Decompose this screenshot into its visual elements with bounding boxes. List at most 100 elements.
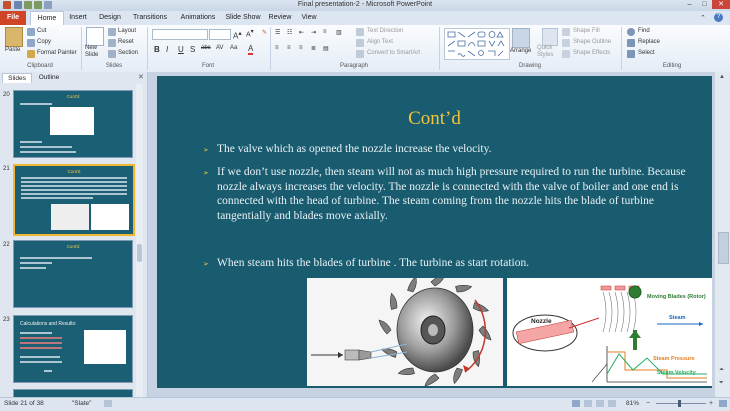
nozzle-label: Nozzle	[531, 318, 552, 325]
editing-group-label: Editing	[662, 63, 682, 69]
tab-view[interactable]: View	[298, 11, 320, 25]
slides-pane-scrollbar[interactable]	[136, 84, 143, 397]
shape-effects-button[interactable]: Shape Effects	[573, 50, 610, 56]
reading-view-icon[interactable]	[596, 400, 604, 407]
tab-file[interactable]: File	[0, 11, 26, 25]
reset-button[interactable]: Reset	[118, 39, 134, 45]
window-title: Final presentation-2 - Microsoft PowerPo…	[297, 1, 433, 8]
help-icon[interactable]: ?	[714, 13, 723, 22]
numbering-icon[interactable]: ☷	[287, 29, 292, 36]
replace-icon	[627, 39, 635, 47]
strikethrough-button[interactable]: abc	[201, 45, 211, 51]
tab-home[interactable]: Home	[30, 11, 64, 26]
clear-format-icon[interactable]: ✎	[262, 29, 267, 36]
spell-check-icon[interactable]	[104, 400, 112, 407]
tab-insert[interactable]: Insert	[65, 11, 91, 25]
previous-slide-icon[interactable]: ⏶	[719, 367, 724, 374]
shadow-button[interactable]: S	[190, 45, 195, 54]
scrollbar-thumb[interactable]	[718, 232, 729, 264]
scrollbar-thumb[interactable]	[137, 244, 142, 262]
tab-slide-show[interactable]: Slide Show	[224, 11, 262, 25]
close-button[interactable]: ✕	[712, 0, 730, 9]
paste-icon[interactable]	[5, 27, 23, 47]
decrease-indent-icon[interactable]: ⇤	[299, 29, 304, 36]
scroll-up-icon[interactable]: ▲	[719, 74, 725, 80]
font-size-select[interactable]	[209, 29, 231, 40]
character-spacing-icon[interactable]: AV	[216, 45, 224, 51]
tab-animations[interactable]: Animations	[176, 11, 220, 25]
text-direction-button[interactable]: Text Direction	[367, 28, 403, 34]
maximize-button[interactable]: □	[697, 0, 712, 9]
outline-tab[interactable]: Outline	[33, 73, 65, 82]
slides-tab[interactable]: Slides	[2, 73, 32, 83]
replace-button[interactable]: Replace	[638, 39, 660, 45]
zoom-slider[interactable]	[656, 403, 706, 404]
section-icon	[108, 50, 116, 58]
shrink-font-icon[interactable]: A▾	[246, 29, 254, 38]
format-painter-button[interactable]: Format Painter	[37, 50, 77, 56]
line-spacing-icon[interactable]: ≡	[323, 29, 327, 35]
moving-blades-diagram[interactable]: Nozzle Moving Blades (Rotor) Steam Steam…	[507, 278, 712, 386]
copy-button[interactable]: Copy	[37, 39, 51, 45]
tab-review[interactable]: Review	[266, 11, 294, 25]
bullet-arrow-icon: ➢	[203, 170, 209, 177]
justify-icon[interactable]: ≣	[311, 45, 316, 52]
current-slide[interactable]: Cont’d ➢ The valve which as opened the n…	[157, 76, 712, 388]
shapes-gallery[interactable]	[444, 28, 510, 60]
align-right-icon[interactable]: ≡	[299, 45, 303, 51]
quick-styles-button[interactable]: Quick Styles	[537, 45, 561, 59]
slide-scrollbar[interactable]: ▲ ⏶ ⏷	[715, 72, 730, 397]
find-button[interactable]: Find	[638, 28, 650, 34]
shape-fill-button[interactable]: Shape Fill	[573, 28, 600, 34]
font-color-icon[interactable]: A	[248, 44, 254, 55]
zoom-slider-thumb[interactable]	[678, 400, 681, 407]
align-text-button[interactable]: Align Text	[367, 39, 393, 45]
bullet-text-3[interactable]: When steam hits the blades of turbine . …	[217, 256, 697, 271]
slide-thumbnail-21[interactable]: Cont'd	[13, 164, 135, 236]
zoom-out-icon[interactable]: −	[646, 400, 650, 407]
tab-design[interactable]: Design	[96, 11, 124, 25]
fit-to-window-icon[interactable]	[719, 400, 727, 407]
italic-button[interactable]: I	[166, 45, 168, 54]
paste-button[interactable]: Paste	[5, 47, 20, 53]
font-name-select[interactable]	[152, 29, 208, 40]
slide-title[interactable]: Cont’d	[157, 108, 712, 130]
zoom-in-icon[interactable]: +	[709, 400, 713, 407]
arrange-button[interactable]: Arrange	[510, 48, 531, 54]
layout-button[interactable]: Layout	[118, 28, 136, 34]
columns-icon[interactable]: ▥	[336, 29, 342, 36]
underline-button[interactable]: U	[178, 45, 184, 54]
slide-thumbnail-20[interactable]: Cont'd	[13, 90, 133, 158]
slide-thumbnail-22[interactable]: Cont'd	[13, 240, 133, 308]
impulse-turbine-image[interactable]	[307, 273, 503, 387]
new-slide-button[interactable]: New Slide	[85, 45, 107, 59]
slide-thumbnail-23[interactable]: Calculations and Results:	[13, 315, 133, 383]
grow-font-icon[interactable]: A▴	[233, 29, 242, 41]
next-slide-icon[interactable]: ⏷	[719, 380, 724, 387]
normal-view-icon[interactable]	[572, 400, 580, 407]
bullets-icon[interactable]: ☰	[275, 29, 280, 36]
increase-indent-icon[interactable]: ⇥	[311, 29, 316, 36]
zoom-level[interactable]: 81%	[626, 400, 639, 407]
cut-button[interactable]: Cut	[37, 28, 46, 34]
bullet-text-2[interactable]: If we don’t use nozzle, then steam will …	[217, 165, 697, 223]
new-slide-icon[interactable]	[86, 27, 104, 46]
shape-outline-button[interactable]: Shape Outline	[573, 39, 611, 45]
slide-show-icon[interactable]	[608, 400, 616, 407]
align-center-icon[interactable]: ≡	[287, 45, 291, 51]
change-case-button[interactable]: Aa	[230, 45, 237, 51]
section-button[interactable]: Section	[118, 50, 138, 56]
ribbon-minimize-icon[interactable]: ⌃	[700, 14, 708, 22]
slide-sorter-icon[interactable]	[584, 400, 592, 407]
ribbon-tabs: File Home Insert Design Transitions Anim…	[0, 11, 730, 26]
bold-button[interactable]: B	[154, 45, 160, 54]
tab-transitions[interactable]: Transitions	[128, 11, 172, 25]
columns-menu-icon[interactable]: ▤	[323, 45, 329, 52]
minimize-button[interactable]: –	[682, 0, 697, 9]
pane-close-icon[interactable]: ✕	[138, 73, 144, 81]
bullet-text-1[interactable]: The valve which as opened the nozzle inc…	[217, 142, 697, 157]
align-left-icon[interactable]: ≡	[275, 45, 279, 51]
convert-smartart-button[interactable]: Convert to SmartArt	[367, 50, 420, 56]
steam-velocity-label: Steam Velocity	[657, 370, 696, 376]
select-button[interactable]: Select	[638, 50, 655, 56]
